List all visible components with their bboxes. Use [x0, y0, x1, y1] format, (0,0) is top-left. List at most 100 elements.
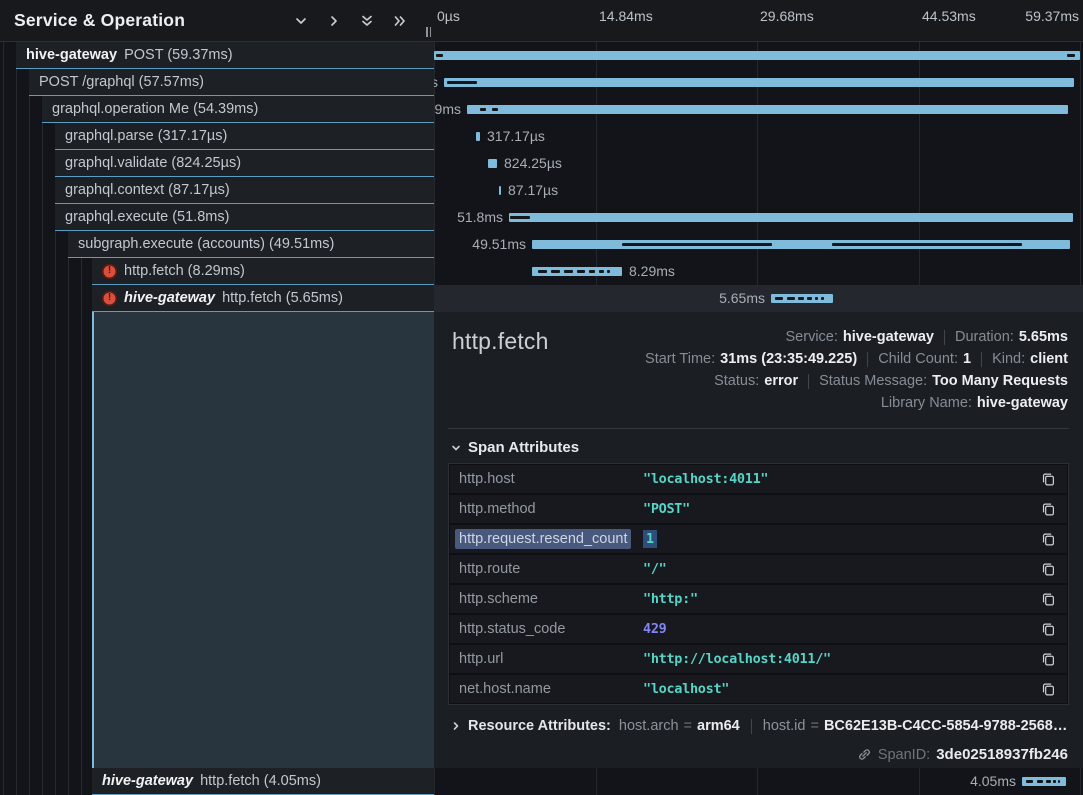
timeline-ruler: 0µs14.84ms29.68ms44.53ms59.37ms: [434, 0, 1083, 42]
chevron-right-icon[interactable]: [326, 13, 342, 29]
attribute-row[interactable]: http.route"/": [450, 555, 1067, 583]
tree-row[interactable]: graphql.parse (317.17µs): [55, 123, 434, 150]
attribute-row[interactable]: http.method"POST": [450, 495, 1067, 523]
child-span-marker: [1067, 54, 1075, 57]
tree-row[interactable]: http.fetch (8.29ms): [92, 258, 434, 285]
span-bar[interactable]: [499, 186, 501, 195]
timeline-row: 54.39ms: [434, 96, 1083, 123]
operation-label: graphql.execute (51.8ms): [65, 209, 229, 225]
error-icon: [102, 264, 117, 279]
child-span-marker: [1053, 780, 1056, 783]
span-duration-label: 49.51ms: [472, 231, 526, 258]
attribute-row[interactable]: http.url"http://localhost:4011/": [450, 645, 1067, 673]
double-chevron-right-icon[interactable]: [392, 13, 408, 29]
operation-label: graphql.context (87.17µs): [65, 182, 230, 198]
span-bar[interactable]: [476, 132, 480, 141]
service-name: hive-gateway: [102, 773, 193, 789]
span-bar[interactable]: [467, 105, 1068, 114]
copy-icon[interactable]: [1039, 620, 1057, 638]
tree-row[interactable]: graphql.context (87.17µs): [55, 177, 434, 204]
timeline-row: 51.8ms: [434, 204, 1083, 231]
divider: [448, 428, 1069, 429]
tree-row[interactable]: graphql.operation Me (54.39ms): [42, 96, 434, 123]
timeline-bottom-row: 4.05ms: [434, 768, 1083, 795]
attribute-row[interactable]: http.status_code429: [450, 615, 1067, 643]
span-duration-label: 824.25µs: [504, 150, 562, 177]
timeline-row: 8.29ms: [434, 258, 1083, 285]
double-chevron-down-icon[interactable]: [359, 13, 375, 29]
tree-row[interactable]: subgraph.execute (accounts) (49.51ms): [68, 231, 434, 258]
tree-row[interactable]: hive-gatewayPOST (59.37ms): [16, 42, 434, 69]
tree-row[interactable]: graphql.execute (51.8ms): [55, 204, 434, 231]
copy-icon[interactable]: [1039, 470, 1057, 488]
meta-label: Service:: [786, 329, 838, 345]
tree-row[interactable]: hive-gateway http.fetch (4.05ms): [92, 768, 434, 795]
span-detail-panel: http.fetch Service:hive-gatewayDuration:…: [434, 312, 1083, 768]
attribute-row[interactable]: net.host.name"localhost": [450, 675, 1067, 703]
attribute-value: 429: [643, 621, 1039, 637]
meta-value: hive-gateway: [843, 329, 934, 345]
timeline-row: 87.17µs: [434, 177, 1083, 204]
copy-icon[interactable]: [1039, 590, 1057, 608]
service-name: hive-gateway: [26, 47, 117, 63]
timeline-tick-label: 14.84ms: [599, 8, 653, 24]
attribute-row[interactable]: http.request.resend_count1: [450, 525, 1067, 553]
span-bar[interactable]: [771, 294, 833, 303]
span-attributes-header[interactable]: Span Attributes: [451, 439, 579, 456]
tree-row[interactable]: hive-gatewayhttp.fetch (5.65ms): [92, 285, 434, 312]
span-id-label: SpanID:: [878, 747, 930, 763]
span-bar[interactable]: [444, 78, 1074, 87]
span-bar[interactable]: [434, 51, 1080, 60]
child-span-marker: [787, 297, 795, 300]
error-icon: [102, 291, 117, 306]
attribute-row[interactable]: http.host"localhost:4011": [450, 465, 1067, 493]
copy-icon[interactable]: [1039, 680, 1057, 698]
child-span-marker: [480, 108, 486, 111]
attribute-row[interactable]: http.scheme"http:": [450, 585, 1067, 613]
operation-label: subgraph.execute (accounts) (49.51ms): [78, 236, 334, 252]
attribute-key: http.route: [459, 561, 643, 577]
child-span-marker: [1037, 780, 1043, 783]
child-span-marker: [599, 270, 604, 273]
span-duration-label: 4.05ms: [970, 768, 1016, 795]
equals-sign: =: [684, 718, 692, 734]
child-span-marker: [832, 243, 1022, 246]
chevron-down-icon: [451, 443, 461, 453]
child-span-marker: [492, 108, 498, 111]
copy-icon[interactable]: [1039, 530, 1057, 548]
span-meta-line: Library Name:hive-gateway: [645, 392, 1068, 414]
resource-attributes-row[interactable]: Resource Attributes: host.arch=arm64host…: [451, 718, 1073, 734]
pane-resize-handle[interactable]: [426, 27, 431, 37]
resource-key: host.arch: [619, 718, 679, 734]
copy-icon[interactable]: [1039, 560, 1057, 578]
span-bar[interactable]: [532, 267, 622, 276]
child-span-marker: [798, 297, 804, 300]
span-duration-label: 54.39ms: [434, 96, 461, 123]
attribute-key: http.method: [459, 501, 643, 517]
child-span-marker: [564, 270, 573, 273]
tree-row[interactable]: graphql.validate (824.25µs): [55, 150, 434, 177]
child-span-marker: [821, 297, 824, 300]
timeline-row: 5.65ms: [434, 285, 1083, 312]
panel-header: Service & Operation: [0, 0, 434, 42]
timeline-row: 4.05ms: [434, 768, 1083, 795]
span-tree: hive-gatewayPOST (59.37ms)POST /graphql …: [0, 42, 434, 312]
meta-value: 31ms (23:35:49.225): [720, 351, 857, 367]
copy-icon[interactable]: [1039, 650, 1057, 668]
span-meta-line: Service:hive-gatewayDuration:5.65ms: [645, 326, 1068, 348]
timeline-row: 57.57ms: [434, 69, 1083, 96]
copy-icon[interactable]: [1039, 500, 1057, 518]
meta-value: 1: [963, 351, 971, 367]
span-bar[interactable]: [532, 240, 1070, 249]
span-duration-label: 51.8ms: [457, 204, 503, 231]
span-bar[interactable]: [509, 213, 1073, 222]
span-bar[interactable]: [488, 159, 497, 168]
operation-label: http.fetch (4.05ms): [200, 773, 321, 789]
chevron-down-icon[interactable]: [293, 13, 309, 29]
link-icon[interactable]: [857, 747, 872, 762]
operation-label: graphql.parse (317.17µs): [65, 128, 227, 144]
span-bar[interactable]: [1022, 777, 1066, 786]
tree-row[interactable]: POST /graphql (57.57ms): [29, 69, 434, 96]
timeline-tick-label: 0µs: [437, 8, 460, 24]
child-span-marker: [1026, 780, 1033, 783]
